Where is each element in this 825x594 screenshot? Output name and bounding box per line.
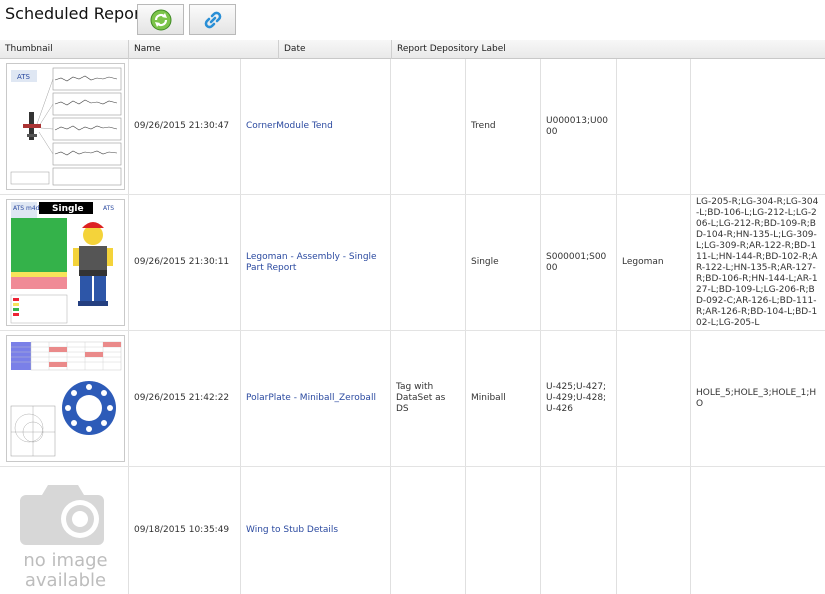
thumbnail-cell: ATS [0,59,129,194]
date-cell: 09/26/2015 21:30:11 [129,195,241,330]
no-image-thumbnail[interactable]: no image available [6,473,125,594]
miniball-report-thumbnail [10,341,122,457]
parts-cell: U-425;U-427;U-429;U-428;U-426 [541,331,617,466]
label-cell: Tag with DataSet as DS [391,331,466,466]
date-cell: 09/26/2015 21:42:22 [129,331,241,466]
table-header: Thumbnail Name Date Report Depository La… [0,40,825,59]
parts-cell: U000013;U0000 [541,59,617,194]
report-name-link[interactable]: Wing to Stub Details [241,467,391,594]
page-title: Scheduled Reports [5,4,156,23]
features-cell: HOLE_5;HOLE_3;HOLE_1;HO [696,387,817,409]
features-cell: LG-205-R;LG-304-R;LG-304-L;BD-106-L;LG-2… [696,196,819,328]
no-image-text-line2: available [24,570,107,591]
refresh-button[interactable] [137,4,184,35]
column-header-date[interactable]: Date [279,40,392,59]
thumbnail-cell: no image available [0,467,129,594]
column-header-thumbnail[interactable]: Thumbnail [0,40,129,59]
trend-report-thumbnail: ATS [10,67,122,186]
label-cell [391,59,466,194]
no-image-text-line1: no image [23,550,108,571]
single-logo-right: ATS [103,205,114,212]
link-button[interactable] [189,4,236,35]
template-cell: Single [466,195,541,330]
table-row[interactable]: 09/26/2015 21:42:22 PolarPlate - Minibal… [0,331,825,467]
table-row[interactable]: ATS 09/26/2015 21:30:47 CornerModule Ten… [0,59,825,195]
single-report-thumbnail: ATS m4d Single ATS [10,202,114,324]
single-logo-text: ATS m4d [13,205,40,212]
label-cell [391,467,466,594]
date-cell: 09/18/2015 10:35:49 [129,467,241,594]
label-cell [391,195,466,330]
column-header-name[interactable]: Name [129,40,279,59]
parts-cell: S000001;S0000 [541,195,617,330]
date-cell: 09/26/2015 21:30:47 [129,59,241,194]
table-row[interactable]: ATS m4d Single ATS 09/26/2015 21:30:11 L… [0,195,825,331]
link-icon [204,11,221,28]
thumbnail-cell [0,331,129,466]
model-cell [617,331,691,466]
thumbnail-miniball[interactable] [6,335,125,462]
template-cell: Trend [466,59,541,194]
report-name-link[interactable]: Legoman - Assembly - Single Part Report [241,195,391,330]
features-cell [691,59,825,194]
model-cell [617,59,691,194]
report-name-link[interactable]: CornerModule Tend [241,59,391,194]
reports-grid: ATS 09/26/2015 21:30:47 CornerModule Ten… [0,59,825,594]
single-title-text: Single [52,204,84,214]
report-name-link[interactable]: PolarPlate - Miniball_Zeroball [241,331,391,466]
column-header-label[interactable]: Report Depository Label [392,40,825,59]
template-cell: Miniball [466,331,541,466]
title-bar: Scheduled Reports [0,0,825,41]
model-cell [617,467,691,594]
thumbnail-cell: ATS m4d Single ATS [0,195,129,330]
camera-icon [20,485,104,545]
trend-logo-text: ATS [17,73,31,81]
refresh-icon [150,9,171,30]
thumbnail-trend[interactable]: ATS [6,63,125,190]
table-row[interactable]: no image available 09/18/2015 10:35:49 W… [0,467,825,594]
features-cell [691,467,825,594]
thumbnail-single[interactable]: ATS m4d Single ATS [6,199,125,326]
parts-cell [541,467,617,594]
template-cell [466,467,541,594]
model-cell: Legoman [617,195,691,330]
